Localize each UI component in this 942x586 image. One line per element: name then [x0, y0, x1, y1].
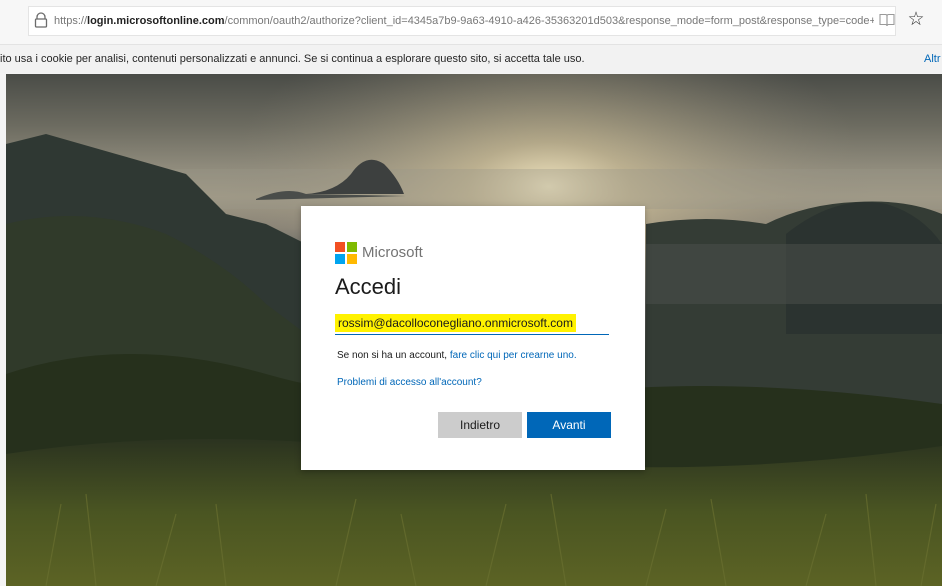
url-domain: login.microsoftonline.com: [87, 15, 225, 27]
no-account-label: Se non si ha un account,: [337, 350, 448, 361]
next-button[interactable]: Avanti: [527, 412, 611, 438]
no-account-text: Se non si ha un account, fare clic qui p…: [337, 349, 577, 363]
star-icon[interactable]: ☆: [906, 10, 926, 30]
url-text[interactable]: https://login.microsoftonline.com/common…: [54, 13, 874, 29]
email-value: rossim@dacolloconegliano.onmicrosoft.com: [335, 314, 576, 332]
cookie-banner-text: ito usa i cookie per analisi, contenuti …: [0, 53, 585, 65]
logo-blue-square: [335, 254, 345, 264]
cookie-more-link[interactable]: Altr: [924, 52, 941, 66]
url-path: /common/oauth2/authorize?client_id=4345a…: [224, 15, 874, 27]
logo-red-square: [335, 242, 345, 252]
address-bar: https://login.microsoftonline.com/common…: [0, 0, 942, 45]
browser-window: https://login.microsoftonline.com/common…: [0, 0, 942, 586]
microsoft-logo-icon: [335, 242, 357, 264]
create-account-link[interactable]: fare clic qui per crearne uno.: [450, 350, 577, 361]
access-problem-link[interactable]: Problemi di accesso all'account?: [337, 376, 482, 390]
page-title: Accedi: [335, 274, 402, 299]
reading-view-icon[interactable]: [879, 13, 895, 27]
logo-green-square: [347, 242, 357, 252]
login-card: Microsoft Accedi rossim@dacolloconeglian…: [301, 206, 645, 470]
back-button[interactable]: Indietro: [438, 412, 522, 438]
url-prefix: https://: [54, 15, 88, 27]
lock-icon: [34, 12, 48, 28]
cookie-banner: ito usa i cookie per analisi, contenuti …: [0, 45, 942, 73]
brand-name: Microsoft: [362, 244, 423, 261]
logo-yellow-square: [347, 254, 357, 264]
email-field[interactable]: rossim@dacolloconegliano.onmicrosoft.com: [335, 312, 609, 335]
